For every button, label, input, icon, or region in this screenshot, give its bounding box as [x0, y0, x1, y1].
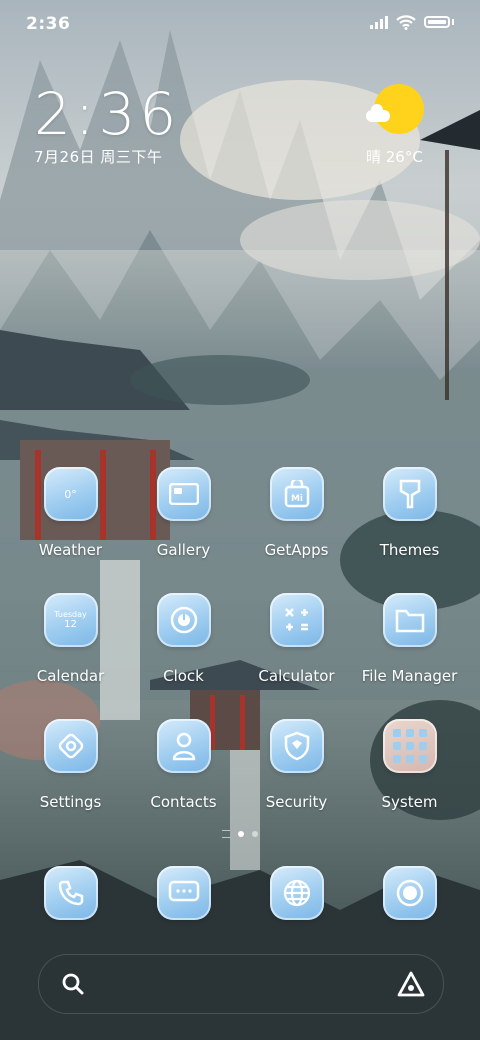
- app-security[interactable]: Security: [240, 719, 353, 811]
- search-icon[interactable]: [61, 972, 85, 996]
- app-label: Security: [265, 793, 328, 811]
- app-settings[interactable]: Settings: [14, 719, 127, 811]
- globe-icon: [269, 866, 324, 920]
- wifi-icon: [396, 15, 416, 30]
- calendar-icon: Tuesday 12: [43, 593, 98, 647]
- gallery-icon: [156, 467, 211, 521]
- app-gallery[interactable]: Gallery: [127, 467, 240, 559]
- messages-icon: [156, 866, 211, 920]
- phone-icon: [43, 866, 98, 920]
- calculator-icon: [269, 593, 324, 647]
- clock-icon: [156, 593, 211, 647]
- svg-text:Mi: Mi: [290, 494, 302, 504]
- battery-icon: [424, 16, 450, 28]
- page-indicator[interactable]: [0, 830, 480, 838]
- app-contacts[interactable]: Contacts: [127, 719, 240, 811]
- app-calculator[interactable]: Calculator: [240, 593, 353, 685]
- page-dot-active: [238, 831, 244, 837]
- dock-messages[interactable]: [127, 866, 240, 920]
- themes-icon: [382, 467, 437, 521]
- camera-icon: [382, 866, 437, 920]
- dock-browser[interactable]: [240, 866, 353, 920]
- search-bar[interactable]: [38, 954, 444, 1014]
- cloud-icon: [366, 104, 390, 122]
- status-icons: [370, 14, 454, 30]
- app-themes[interactable]: Themes: [353, 467, 466, 559]
- dock-phone[interactable]: [14, 866, 127, 920]
- contacts-icon: [156, 719, 211, 773]
- assistant-icon[interactable]: [397, 970, 425, 998]
- app-getapps[interactable]: Mi GetApps: [240, 467, 353, 559]
- app-label: Contacts: [150, 793, 217, 811]
- page-dot: [252, 831, 258, 837]
- status-time: 2:36: [26, 14, 71, 34]
- app-label: Themes: [379, 541, 440, 559]
- signal-icon: [370, 15, 388, 29]
- app-label: Gallery: [156, 541, 211, 559]
- app-clock[interactable]: Clock: [127, 593, 240, 685]
- status-bar: 2:36: [0, 0, 480, 50]
- app-calendar[interactable]: Tuesday 12 Calendar: [14, 593, 127, 685]
- app-label: Settings: [39, 793, 102, 811]
- page-list-icon: [222, 830, 230, 838]
- app-label: Weather: [38, 541, 103, 559]
- clock-widget[interactable]: 2:36 7月26日 周三下午: [34, 84, 180, 167]
- shield-icon: [269, 719, 324, 773]
- widget-time: 2:36: [34, 80, 181, 148]
- app-file-manager[interactable]: File Manager: [353, 593, 466, 685]
- app-label: System: [381, 793, 438, 811]
- app-label: Clock: [163, 667, 204, 685]
- app-label: File Manager: [361, 667, 458, 685]
- weather-icon: 0°: [43, 467, 98, 521]
- weather-summary: 晴 26°C: [366, 148, 423, 166]
- widget-date: 7月26日 周三下午: [34, 148, 163, 166]
- folder-grid-icon: [382, 719, 437, 773]
- app-label: Calculator: [258, 667, 335, 685]
- dock-camera[interactable]: [353, 866, 466, 920]
- getapps-icon: Mi: [269, 467, 324, 521]
- app-weather[interactable]: 0° Weather: [14, 467, 127, 559]
- app-system-folder[interactable]: System: [353, 719, 466, 811]
- app-label: Calendar: [36, 667, 105, 685]
- app-label: GetApps: [264, 541, 329, 559]
- settings-icon: [43, 719, 98, 773]
- folder-icon: [382, 593, 437, 647]
